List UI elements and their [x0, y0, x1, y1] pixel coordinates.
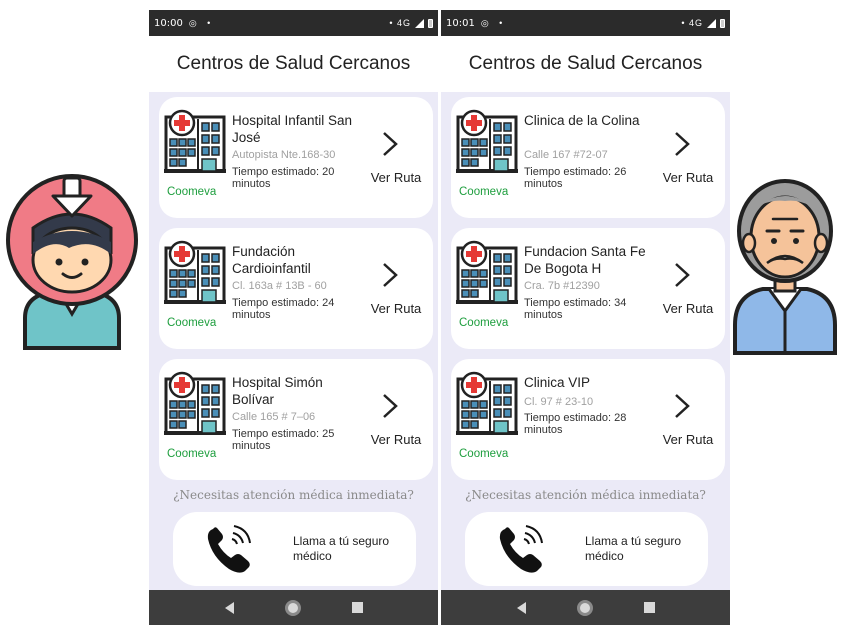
signal-icon [415, 18, 424, 28]
back-icon[interactable] [516, 601, 526, 614]
recent-apps-icon[interactable] [643, 602, 655, 613]
hospital-icon [164, 109, 226, 173]
view-route-button[interactable]: Ver Ruta [651, 301, 725, 316]
page-title: Centros de Salud Cercanos [149, 36, 438, 92]
android-nav-bar [441, 590, 730, 625]
center-address: Calle 165 # 7–06 [232, 411, 316, 423]
center-address: Calle 167 #72-07 [524, 149, 608, 161]
chevron-right-icon[interactable] [381, 261, 399, 289]
android-nav-bar [149, 590, 438, 625]
home-icon[interactable] [576, 599, 593, 616]
status-right-icons: • 4G [389, 18, 433, 28]
insurer-label: Coomeva [167, 448, 217, 460]
chevron-right-icon[interactable] [381, 392, 399, 420]
center-name: Clinica VIP [524, 375, 591, 390]
estimated-time: Tiempo estimado: 28 minutos [524, 412, 627, 436]
left-phone-screen: 10:00 ◎ • • 4G Centros de Salud Cercanos [149, 10, 438, 625]
status-time: 10:00 [154, 17, 183, 29]
chevron-right-icon[interactable] [673, 130, 691, 158]
urgent-care-question: ¿Necesitas atención médica inmediata? [173, 488, 414, 502]
health-center-card[interactable]: Coomeva Fundacion Santa Fe De Bogota H C… [451, 228, 725, 349]
health-center-card[interactable]: Coomeva Hospital Infantil San José Autop… [159, 97, 433, 218]
status-icons: ◎ • [480, 17, 507, 28]
health-center-card[interactable]: Coomeva Fundación Cardioinfantil Cl. 163… [159, 228, 433, 349]
network-label: • 4G [681, 18, 703, 28]
status-time: 10:01 [446, 17, 475, 29]
urgent-care-question: ¿Necesitas atención médica inmediata? [465, 488, 706, 502]
call-insurance-label: Llama a tú seguro médico [585, 534, 682, 563]
hospital-icon [456, 371, 518, 435]
estimated-time: Tiempo estimado: 25 minutos [232, 428, 335, 452]
chevron-right-icon[interactable] [673, 392, 691, 420]
view-route-button[interactable]: Ver Ruta [359, 301, 433, 316]
home-icon[interactable] [284, 599, 301, 616]
center-name: Hospital Simón Bolívar [232, 375, 323, 407]
hospital-icon [164, 371, 226, 435]
health-center-card[interactable]: Coomeva Clinica de la Colina Calle 167 #… [451, 97, 725, 218]
center-address: Cl. 97 # 23-10 [524, 396, 594, 408]
hospital-icon [456, 240, 518, 304]
view-route-button[interactable]: Ver Ruta [359, 170, 433, 185]
center-name: Hospital Infantil San José [232, 113, 353, 145]
back-icon[interactable] [224, 601, 234, 614]
center-name: Clinica de la Colina [524, 113, 640, 128]
insurer-label: Coomeva [167, 186, 217, 198]
phone-call-icon [499, 525, 543, 573]
status-right-icons: • 4G [681, 18, 725, 28]
chevron-right-icon[interactable] [381, 130, 399, 158]
health-center-card[interactable]: Coomeva Hospital Simón Bolívar Calle 165… [159, 359, 433, 480]
insurer-label: Coomeva [167, 317, 217, 329]
recent-apps-icon[interactable] [351, 602, 363, 613]
right-phone-screen: 10:01 ◎ • • 4G Centros de Salud Cercanos [441, 10, 730, 625]
health-center-card[interactable]: Coomeva Clinica VIP Cl. 97 # 23-10 Tiemp… [451, 359, 725, 480]
battery-icon [428, 18, 433, 28]
status-bar: 10:00 ◎ • • 4G [149, 10, 438, 36]
estimated-time: Tiempo estimado: 34 minutos [524, 297, 627, 321]
view-route-button[interactable]: Ver Ruta [651, 170, 725, 185]
battery-icon [720, 18, 725, 28]
signal-icon [707, 18, 716, 28]
estimated-time: Tiempo estimado: 24 minutos [232, 297, 335, 321]
status-icons: ◎ • [188, 17, 215, 28]
hospital-icon [164, 240, 226, 304]
center-name: Fundacion Santa Fe De Bogota H [524, 244, 646, 276]
network-label: • 4G [389, 18, 411, 28]
chevron-right-icon[interactable] [673, 261, 691, 289]
page-title: Centros de Salud Cercanos [441, 36, 730, 92]
view-route-button[interactable]: Ver Ruta [359, 432, 433, 447]
call-insurance-button[interactable]: Llama a tú seguro médico [465, 512, 708, 586]
elderly-man-avatar-illustration [733, 179, 837, 355]
insurer-label: Coomeva [459, 317, 509, 329]
view-route-button[interactable]: Ver Ruta [651, 432, 725, 447]
insurer-label: Coomeva [459, 186, 509, 198]
center-address: Autopista Nte.168-30 [232, 149, 336, 161]
insurer-label: Coomeva [459, 448, 509, 460]
status-bar: 10:01 ◎ • • 4G [441, 10, 730, 36]
phone-call-icon [207, 525, 251, 573]
call-insurance-button[interactable]: Llama a tú seguro médico [173, 512, 416, 586]
hospital-icon [456, 109, 518, 173]
center-name: Fundación Cardioinfantil [232, 244, 311, 276]
center-address: Cl. 163a # 13B - 60 [232, 280, 327, 292]
estimated-time: Tiempo estimado: 26 minutos [524, 166, 627, 190]
center-address: Cra. 7b #12390 [524, 280, 600, 292]
child-avatar-illustration [6, 174, 138, 350]
call-insurance-label: Llama a tú seguro médico [293, 534, 390, 563]
estimated-time: Tiempo estimado: 20 minutos [232, 166, 335, 190]
